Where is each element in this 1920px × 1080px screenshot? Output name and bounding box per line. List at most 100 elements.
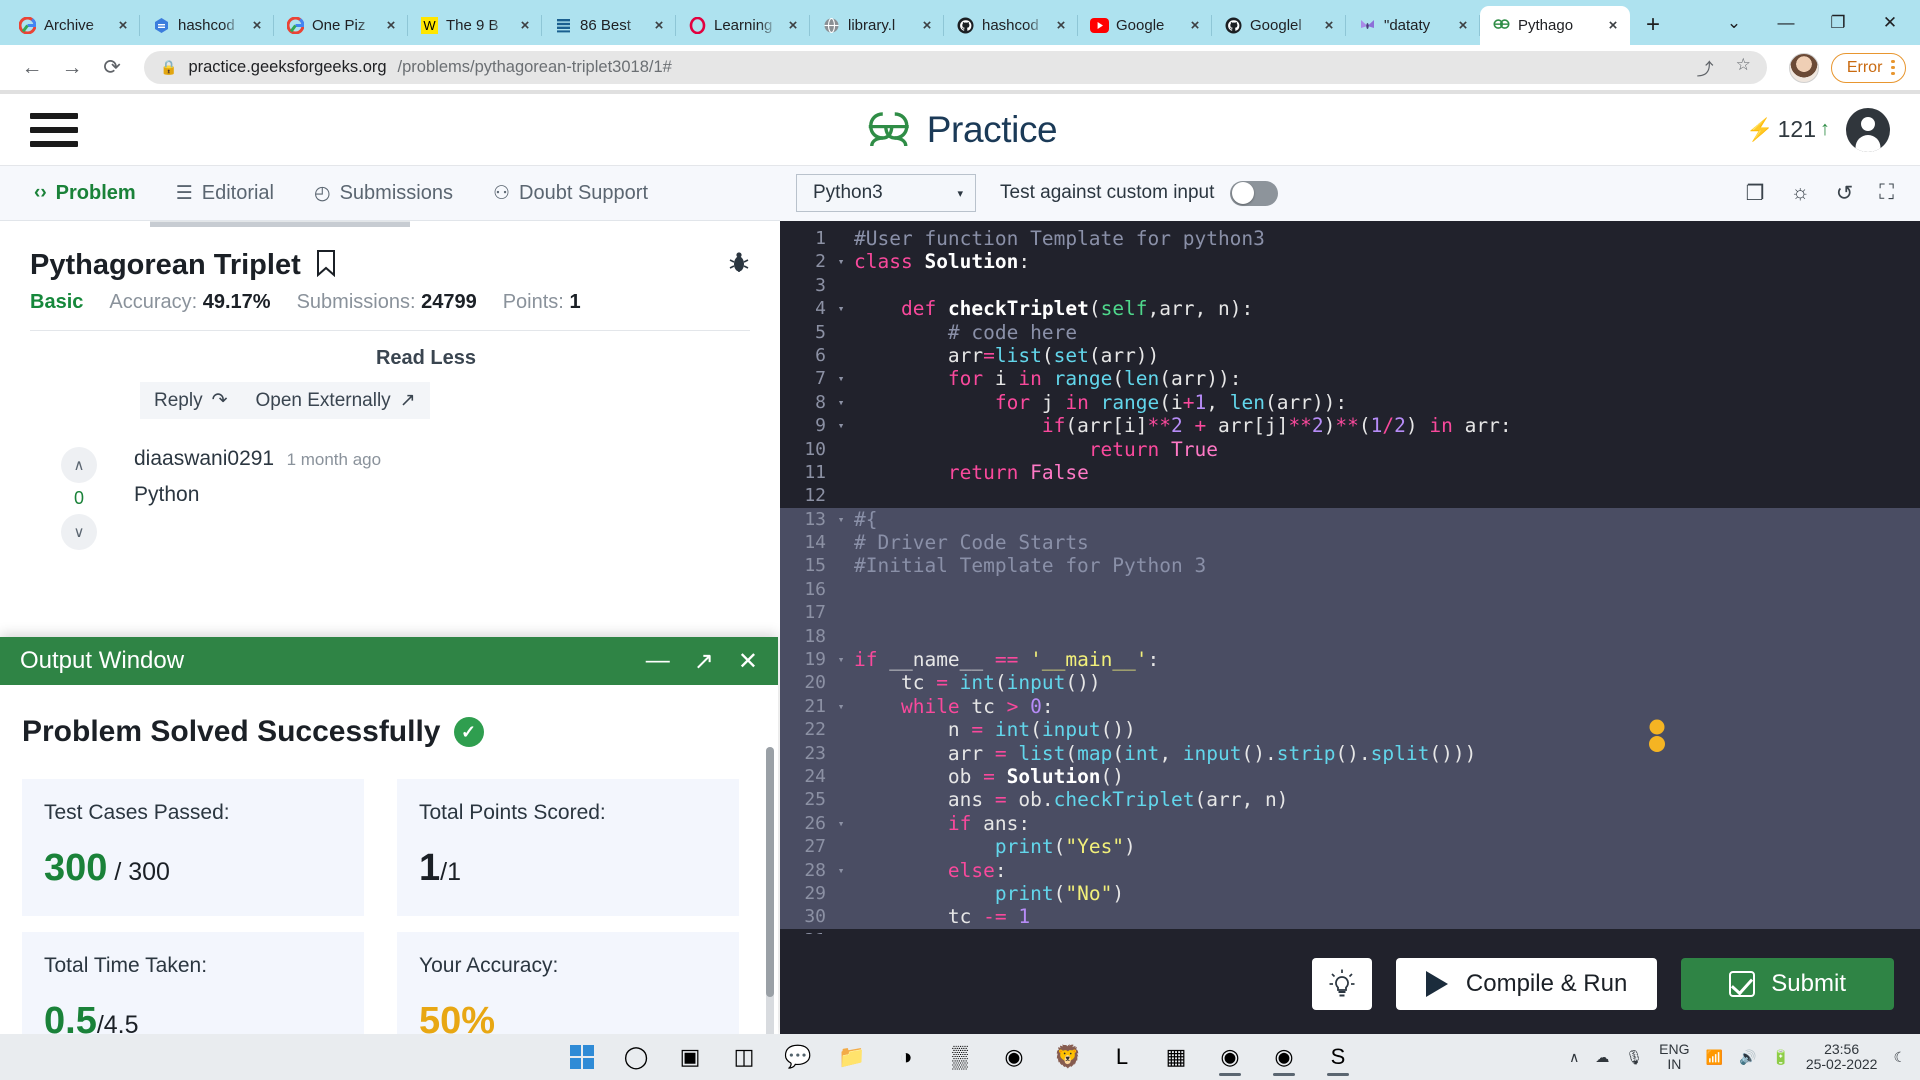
language-select[interactable]: Python3 ▾ bbox=[796, 174, 976, 212]
code-line[interactable]: 20 tc = int(input()) bbox=[780, 671, 1920, 695]
fold-marker[interactable] bbox=[834, 438, 848, 461]
tab-editorial[interactable]: ☰ Editorial bbox=[176, 166, 274, 221]
fold-marker[interactable] bbox=[834, 461, 848, 484]
fullscreen-icon[interactable]: ⛶ bbox=[1879, 181, 1894, 206]
bookmark-icon[interactable] bbox=[315, 249, 337, 282]
back-button[interactable]: ← bbox=[14, 50, 50, 86]
fold-marker[interactable] bbox=[834, 601, 848, 624]
tab-close-button[interactable]: × bbox=[114, 17, 132, 35]
share-icon[interactable]: ⤴ bbox=[1697, 55, 1714, 80]
browser-tab[interactable]: library.l × bbox=[810, 6, 944, 45]
code-line[interactable]: 10 return True bbox=[780, 438, 1920, 461]
tab-submissions[interactable]: ◴ Submissions bbox=[314, 166, 453, 221]
hint-button[interactable] bbox=[1311, 958, 1372, 1010]
browser-tab[interactable]: "dataty × bbox=[1346, 6, 1480, 45]
chrome-active-icon[interactable]: ◉ bbox=[1264, 1037, 1304, 1077]
fold-marker[interactable] bbox=[834, 274, 848, 297]
code-line[interactable]: 7 ▾ for i in range(len(arr)): bbox=[780, 367, 1920, 390]
file-explorer-icon[interactable]: 📁 bbox=[832, 1037, 872, 1077]
brand[interactable]: Practice bbox=[863, 108, 1058, 152]
onedrive-icon[interactable]: ☁ bbox=[1595, 1049, 1609, 1066]
code-line[interactable]: 15 #Initial Template for Python 3 bbox=[780, 554, 1920, 578]
fold-marker[interactable] bbox=[834, 321, 848, 344]
chrome-menu-icon[interactable] bbox=[1891, 59, 1895, 76]
libre-icon[interactable]: L bbox=[1102, 1037, 1142, 1077]
tab-close-button[interactable]: × bbox=[1186, 17, 1204, 35]
reset-icon[interactable]: ↺ bbox=[1836, 181, 1854, 206]
fold-marker[interactable]: ▾ bbox=[834, 367, 848, 390]
volume-icon[interactable]: 🔊 bbox=[1739, 1049, 1756, 1066]
fold-marker[interactable]: ▾ bbox=[834, 859, 848, 882]
upvote-button[interactable]: ∧ bbox=[61, 447, 97, 483]
browser-tab[interactable]: W The 9 B × bbox=[408, 6, 542, 45]
chrome-window-icon[interactable]: ◉ bbox=[1210, 1037, 1250, 1077]
copy-icon[interactable]: ❐ bbox=[1746, 181, 1765, 206]
output-close-button[interactable]: ✕ bbox=[738, 647, 758, 676]
custom-input-toggle-group[interactable]: Test against custom input bbox=[1000, 180, 1279, 206]
tab-close-button[interactable]: × bbox=[382, 17, 400, 35]
downvote-button[interactable]: ∨ bbox=[61, 514, 97, 550]
task-view-icon[interactable]: ▣ bbox=[670, 1037, 710, 1077]
fold-marker[interactable]: ▾ bbox=[834, 414, 848, 437]
code-line[interactable]: 4 ▾ def checkTriplet(self,arr, n): bbox=[780, 297, 1920, 320]
fold-marker[interactable] bbox=[834, 742, 848, 765]
tab-close-button[interactable]: × bbox=[918, 17, 936, 35]
address-bar[interactable]: 🔒 practice.geeksforgeeks.org/problems/py… bbox=[144, 51, 1767, 84]
microphone-icon[interactable]: 🎙 bbox=[1625, 1049, 1643, 1066]
browser-tab[interactable]: Googlel × bbox=[1212, 6, 1346, 45]
browser-tab[interactable]: Google × bbox=[1078, 6, 1212, 45]
code-line[interactable]: 22 n = int(input()) bbox=[780, 718, 1920, 742]
code-line[interactable]: 1 #User function Template for python3 bbox=[780, 227, 1920, 250]
new-tab-button[interactable]: + bbox=[1636, 8, 1670, 42]
fold-marker[interactable] bbox=[834, 484, 848, 507]
browser-tab[interactable]: One Piz × bbox=[274, 6, 408, 45]
tab-close-button[interactable]: × bbox=[248, 17, 266, 35]
fold-marker[interactable] bbox=[834, 788, 848, 811]
chrome-icon[interactable]: ◉ bbox=[994, 1037, 1034, 1077]
fold-marker[interactable]: ▾ bbox=[834, 648, 848, 671]
browser-tab[interactable]: Pythago × bbox=[1480, 6, 1630, 45]
custom-input-toggle[interactable] bbox=[1230, 180, 1279, 206]
widgets-icon[interactable]: ◫ bbox=[724, 1037, 764, 1077]
close-window-button[interactable]: ✕ bbox=[1864, 0, 1916, 45]
code-line[interactable]: 24 ob = Solution() bbox=[780, 764, 1920, 789]
code-line[interactable]: 18 bbox=[780, 624, 1920, 649]
fold-marker[interactable] bbox=[834, 578, 848, 601]
code-line[interactable]: 6 arr=list(set(arr)) bbox=[780, 344, 1920, 367]
code-line[interactable]: 8 ▾ for j in range(i+1, len(arr)): bbox=[780, 391, 1920, 414]
bookmark-star-icon[interactable]: ☆ bbox=[1736, 55, 1751, 80]
error-menu-button[interactable]: Error bbox=[1830, 52, 1906, 83]
sublime-icon[interactable]: S bbox=[1318, 1037, 1358, 1077]
code-line[interactable]: 12 bbox=[780, 484, 1920, 507]
browser-tab[interactable]: Archive × bbox=[6, 6, 140, 45]
notification-icon[interactable]: ☾ bbox=[1893, 1049, 1906, 1066]
fold-marker[interactable] bbox=[834, 905, 848, 928]
output-expand-button[interactable]: ↗ bbox=[694, 647, 714, 676]
calculator-icon[interactable]: ▦ bbox=[1156, 1037, 1196, 1077]
code-line[interactable]: 25 ans = ob.checkTriplet(arr, n) bbox=[780, 788, 1920, 812]
fold-marker[interactable]: ▾ bbox=[834, 250, 848, 273]
browser-tab[interactable]: 86 Best × bbox=[542, 6, 676, 45]
read-less-link[interactable]: Read Less bbox=[0, 347, 780, 370]
code-line[interactable]: 21 ▾ while tc > 0: bbox=[780, 694, 1920, 719]
code-line[interactable]: 3 bbox=[780, 274, 1920, 297]
store-icon[interactable]: ▒ bbox=[940, 1037, 980, 1077]
fold-marker[interactable]: ▾ bbox=[834, 391, 848, 414]
clock[interactable]: 23:56 25-02-2022 bbox=[1806, 1042, 1878, 1072]
report-bug-icon[interactable] bbox=[728, 250, 750, 281]
fold-marker[interactable] bbox=[834, 531, 848, 554]
fold-marker[interactable]: ▾ bbox=[834, 297, 848, 320]
fold-marker[interactable]: ▾ bbox=[834, 508, 848, 531]
fold-marker[interactable] bbox=[834, 344, 848, 367]
code-line[interactable]: 17 bbox=[780, 601, 1920, 625]
tab-close-button[interactable]: × bbox=[1052, 17, 1070, 35]
submit-button[interactable]: Submit bbox=[1681, 958, 1894, 1010]
fold-marker[interactable]: ▾ bbox=[834, 812, 848, 835]
code-line[interactable]: 27 print("Yes") bbox=[780, 835, 1920, 859]
tab-doubt-support[interactable]: ⚇ Doubt Support bbox=[493, 166, 648, 221]
code-line[interactable]: 2 ▾ class Solution: bbox=[780, 250, 1920, 273]
output-scrollbar[interactable] bbox=[766, 747, 774, 1034]
open-externally-button[interactable]: Open Externally ↗ bbox=[241, 382, 430, 419]
maximize-button[interactable]: ❐ bbox=[1812, 0, 1864, 45]
code-lines[interactable]: 1 #User function Template for python3 2 ▾ cl… bbox=[780, 227, 1920, 934]
